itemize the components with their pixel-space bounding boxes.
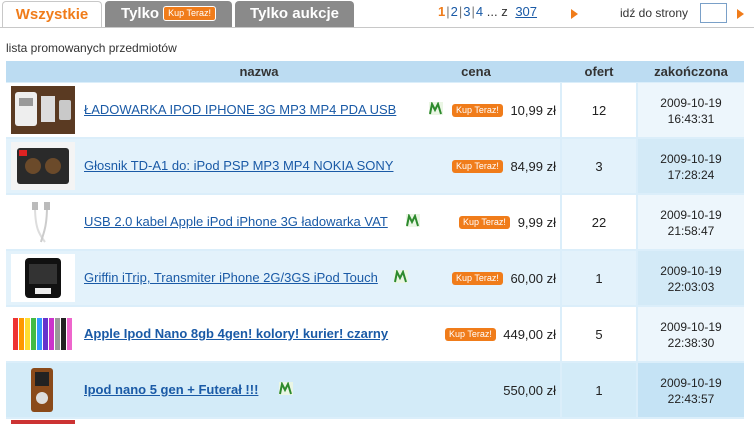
buy-now-badge: Kup Teraz!: [163, 6, 216, 21]
tab-all[interactable]: Wszystkie: [2, 1, 102, 27]
item-ended-time: 16:43:31: [667, 112, 715, 126]
page-ellipsis: ...: [486, 4, 498, 19]
item-offers: 22: [591, 215, 607, 230]
column-header-offers: ofert: [584, 64, 614, 79]
page-link-2[interactable]: 2: [451, 4, 458, 19]
item-ended-time: 22:38:30: [667, 336, 715, 350]
item-title-link[interactable]: ŁADOWARKA IPOD IPHONE 3G MP3 MP4 PDA USB: [84, 102, 396, 117]
moja-marka-icon: [394, 270, 408, 283]
table-row: Głosnik TD-A1 do: iPod PSP MP3 MP4 NOKIA…: [6, 139, 744, 195]
item-title-link[interactable]: Griffin iTrip, Transmiter iPhone 2G/3GS …: [84, 270, 378, 285]
table-header: nazwa cena ofert zakończona: [6, 61, 744, 82]
table-row: Ipod nano 5 gen + Futerał !!! 550,00 zł …: [6, 363, 744, 419]
tab-divider: [0, 27, 754, 28]
item-title-link[interactable]: Apple Ipod Nano 8gb 4gen! kolory! kurier…: [84, 326, 388, 341]
item-thumbnail[interactable]: [11, 86, 75, 134]
item-offers: 5: [595, 327, 603, 342]
item-offers: 1: [595, 271, 603, 286]
item-ended-date: 2009-10-19: [660, 208, 722, 222]
item-offers: 3: [595, 159, 603, 174]
item-ended: 2009-10-19 22:43:57: [638, 375, 744, 407]
tab-buy-now-label: Tylko: [121, 5, 160, 22]
item-price: 550,00 zł: [503, 383, 556, 398]
item-ended: 2009-10-19 22:38:30: [638, 319, 744, 351]
moja-marka-icon: [406, 214, 420, 227]
item-ended-date: 2009-10-19: [660, 376, 722, 390]
item-thumbnail[interactable]: [11, 366, 75, 414]
item-ended-date: 2009-10-19: [660, 152, 722, 166]
item-thumbnail[interactable]: [11, 254, 75, 302]
next-item-thumbnail-peek: [11, 420, 75, 424]
tab-buy-now-only[interactable]: Tylko Kup Teraz!: [105, 1, 232, 27]
item-price: 60,00 zł: [510, 271, 556, 286]
next-row-peek: [6, 419, 744, 424]
item-ended-time: 17:28:24: [667, 168, 715, 182]
buy-now-badge: Kup Teraz!: [459, 216, 510, 229]
item-thumbnail[interactable]: [11, 198, 75, 246]
item-price: 449,00 zł: [503, 327, 556, 342]
item-ended: 2009-10-19 22:03:03: [638, 263, 744, 295]
item-title-link[interactable]: Ipod nano 5 gen + Futerał !!!: [84, 382, 258, 397]
tab-auctions-only[interactable]: Tylko aukcje: [235, 1, 354, 27]
goto-page-label: idź do strony: [620, 6, 689, 20]
item-thumbnail[interactable]: [11, 310, 75, 358]
item-thumbnail[interactable]: [11, 142, 75, 190]
moja-marka-icon: [279, 382, 293, 395]
column-header-ended: zakończona: [654, 64, 728, 79]
column-header-price: cena: [461, 64, 491, 79]
item-ended-time: 21:58:47: [667, 224, 715, 238]
item-ended: 2009-10-19 17:28:24: [638, 151, 744, 183]
item-ended: 2009-10-19 16:43:31: [638, 95, 744, 127]
item-title-link[interactable]: Głosnik TD-A1 do: iPod PSP MP3 MP4 NOKIA…: [84, 158, 393, 173]
page-link-last[interactable]: 307: [515, 4, 537, 19]
buy-now-badge: Kup Teraz!: [452, 104, 503, 117]
item-offers: 12: [591, 103, 607, 118]
item-ended-date: 2009-10-19: [660, 264, 722, 278]
table-row: Griffin iTrip, Transmiter iPhone 2G/3GS …: [6, 251, 744, 307]
item-ended-date: 2009-10-19: [660, 96, 722, 110]
next-page-arrow-icon[interactable]: [571, 9, 578, 19]
item-price: 84,99 zł: [510, 159, 556, 174]
table-row: USB 2.0 kabel Apple iPod iPhone 3G ładow…: [6, 195, 744, 251]
table-row: Apple Ipod Nano 8gb 4gen! kolory! kurier…: [6, 307, 744, 363]
buy-now-badge: Kup Teraz!: [452, 160, 503, 173]
item-offers: 1: [595, 383, 603, 398]
list-label: lista promowanych przedmiotów: [6, 41, 177, 55]
goto-page-input[interactable]: [700, 3, 727, 23]
buy-now-badge: Kup Teraz!: [445, 328, 496, 341]
item-ended: 2009-10-19 21:58:47: [638, 207, 744, 239]
item-price: 10,99 zł: [510, 103, 556, 118]
item-ended-date: 2009-10-19: [660, 320, 722, 334]
promoted-items-table: nazwa cena ofert zakończona ŁADOWARKA IP…: [6, 61, 744, 424]
page-link-3[interactable]: 3: [463, 4, 470, 19]
page-link-4[interactable]: 4: [476, 4, 483, 19]
item-price: 9,99 zł: [517, 215, 556, 230]
page-of-label: z: [501, 4, 508, 19]
buy-now-badge: Kup Teraz!: [452, 272, 503, 285]
item-ended-time: 22:03:03: [667, 280, 715, 294]
item-title-link[interactable]: USB 2.0 kabel Apple iPod iPhone 3G ładow…: [84, 214, 388, 229]
moja-marka-icon: [429, 102, 443, 115]
page-current: 1: [438, 4, 446, 19]
pagination: 1|2|3|4 ... z 307: [438, 4, 538, 19]
item-ended-time: 22:43:57: [667, 392, 715, 406]
table-row: ŁADOWARKA IPOD IPHONE 3G MP3 MP4 PDA USB…: [6, 83, 744, 139]
goto-page-arrow-icon[interactable]: [737, 9, 744, 19]
